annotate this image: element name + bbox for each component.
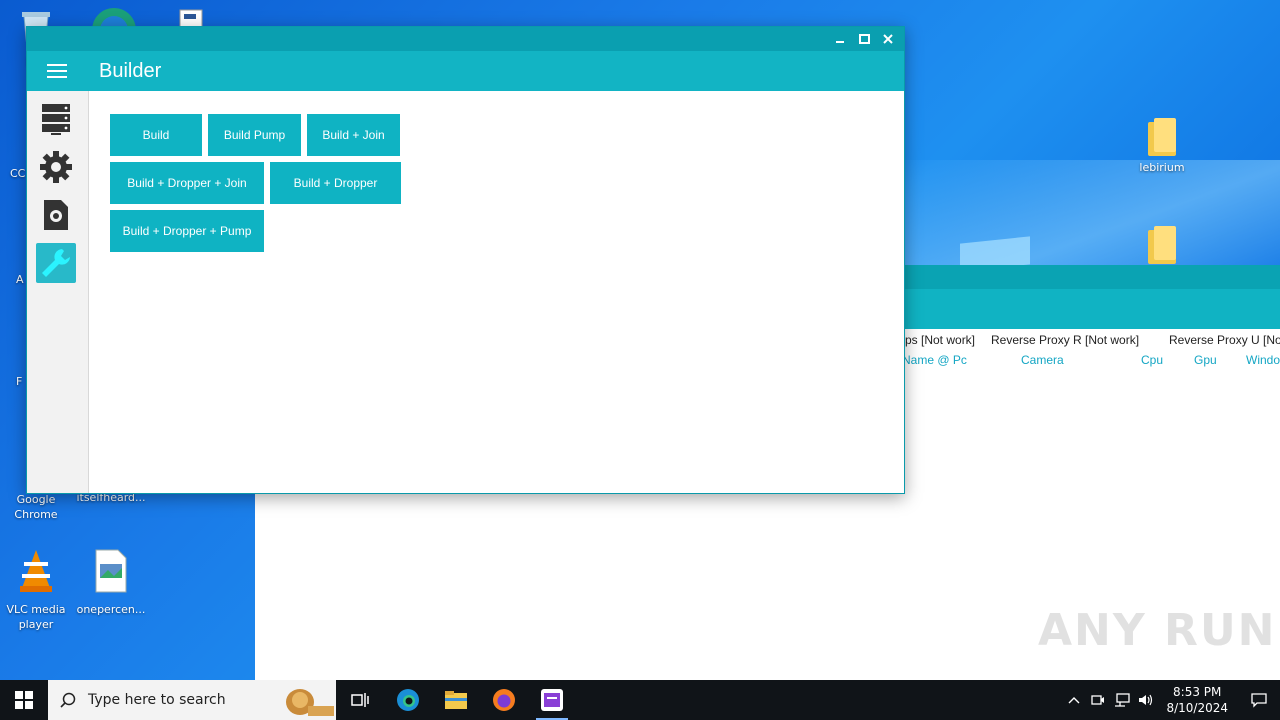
sidebar [27,91,89,493]
show-hidden-icons-button[interactable] [1062,696,1086,704]
wallpaper-light [880,160,1280,270]
wrench-icon [42,249,70,277]
watermark: ANY RUN [1038,605,1277,656]
builder-window: Builder Build Build Pump Build + Join Bu… [26,26,905,494]
taskbar: Type here to search 8:53 PM 8/10/2024 [0,680,1280,720]
meet-now-icon [1091,695,1105,705]
volume-button[interactable] [1134,693,1158,707]
edge-icon [397,689,419,711]
page-title: Builder [99,59,162,82]
network-button[interactable] [1110,693,1134,707]
clock-time: 8:53 PM [1173,685,1222,699]
desktop-icon-vlc[interactable]: VLC media player [0,548,74,632]
task-view-icon [351,693,369,707]
title-bar[interactable] [27,27,904,51]
firefox-icon [493,689,515,711]
desktop-icon-folder[interactable] [1124,226,1200,268]
desktop-icon-onepercen[interactable]: onepercen... [73,548,149,617]
task-view-button[interactable] [336,680,384,720]
hamburger-icon [47,70,67,72]
gear-icon [40,151,72,183]
column-link[interactable]: Name @ Pc [902,353,967,367]
build-dropper-pump-button[interactable]: Build + Dropper + Pump [110,210,264,252]
network-icon [1115,693,1131,707]
column-header[interactable]: Reverse Proxy U [No [1169,333,1280,347]
column-header[interactable]: ps [Not work] [905,333,975,347]
taskbar-clock[interactable]: 8:53 PM 8/10/2024 [1166,684,1228,716]
search-highlight-icon [286,689,334,716]
maximize-button[interactable] [852,27,876,51]
column-header[interactable]: Reverse Proxy R [Not work] [991,333,1139,347]
maximize-icon [858,34,870,44]
column-link[interactable]: Windo [1246,353,1280,367]
minimize-button[interactable] [828,27,852,51]
app-logo-icon [541,689,563,711]
search-icon [60,692,76,708]
close-icon [883,34,893,44]
desktop-icon-label: VLC media player [6,603,66,631]
chevron-up-icon [1068,697,1080,704]
notifications-button[interactable] [1238,692,1280,708]
vlc-icon [0,548,74,598]
app-bar: Builder [27,51,904,91]
sidebar-item-config[interactable] [36,195,76,235]
build-join-button[interactable]: Build + Join [307,114,400,156]
sidebar-item-server[interactable] [36,99,76,139]
desktop-icon-label: onepercen... [76,603,146,616]
notification-icon [1251,693,1267,708]
column-link[interactable]: Gpu [1194,353,1217,367]
minimize-icon [836,41,844,43]
folder-icon [445,691,467,709]
folder-icon [1148,118,1176,156]
taskbar-search[interactable]: Type here to search [48,680,336,720]
menu-button[interactable] [27,51,87,91]
system-tray: 8:53 PM 8/10/2024 [1062,680,1280,720]
column-link[interactable]: Camera [1021,353,1064,367]
taskbar-file-explorer[interactable] [432,680,480,720]
desktop-icon-label: Google Chrome [14,493,58,521]
sidebar-item-settings[interactable] [36,147,76,187]
background-appbar [880,289,1280,329]
settings-file-icon [44,200,68,230]
start-button[interactable] [0,680,48,720]
desktop-icon-label: lebirium [1139,161,1185,174]
column-link[interactable]: Cpu [1141,353,1163,367]
sidebar-item-builder[interactable] [36,243,76,283]
taskbar-edge[interactable] [384,680,432,720]
search-placeholder: Type here to search [88,692,226,708]
windows-logo-icon [15,691,33,709]
server-icon [42,104,70,135]
build-pump-button[interactable]: Build Pump [208,114,301,156]
build-dropper-join-button[interactable]: Build + Dropper + Join [110,162,264,204]
clock-date: 8/10/2024 [1166,701,1228,715]
image-file-icon [73,548,149,598]
background-titlebar [880,265,1280,289]
builder-content: Build Build Pump Build + Join Build + Dr… [89,91,904,493]
meet-now-button[interactable] [1086,693,1110,707]
taskbar-builder-app[interactable] [528,680,576,720]
build-button[interactable]: Build [110,114,202,156]
speaker-icon [1139,694,1153,706]
folder-icon [1148,226,1176,264]
desktop-icon-lebirium[interactable]: lebirium [1124,118,1200,175]
close-button[interactable] [876,27,900,51]
taskbar-firefox[interactable] [480,680,528,720]
build-dropper-button[interactable]: Build + Dropper [270,162,401,204]
